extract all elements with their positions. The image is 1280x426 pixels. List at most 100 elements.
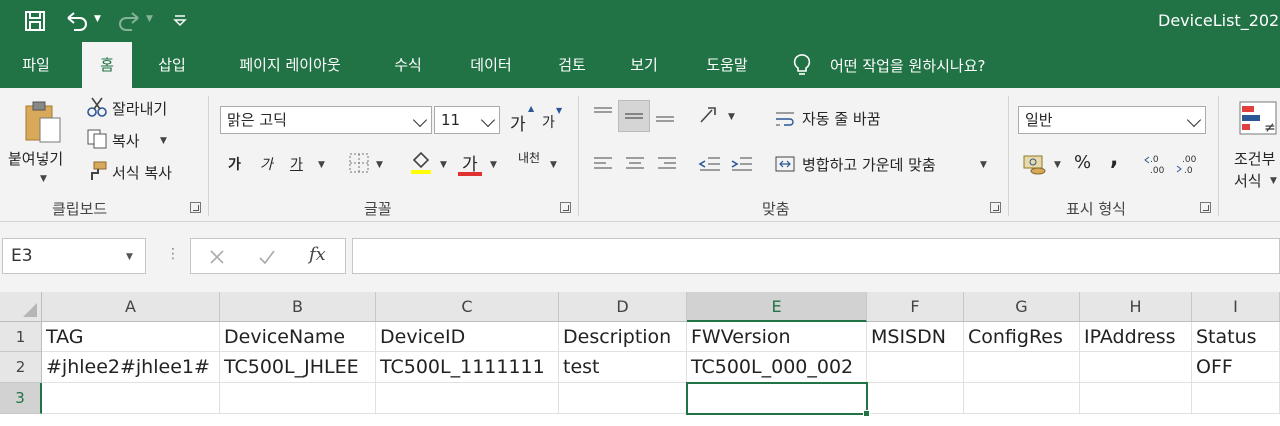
cell-a3[interactable] [42, 383, 220, 414]
orientation-dropdown-icon[interactable]: ▼ [728, 112, 735, 122]
tab-insert[interactable]: 삽입 [144, 42, 200, 88]
name-box-dropdown-icon[interactable]: ▼ [126, 252, 133, 262]
phonetic-dropdown-icon[interactable]: ▼ [550, 160, 557, 170]
tab-page-layout[interactable]: 페이지 레이아웃 [220, 42, 360, 88]
align-middle-icon[interactable] [618, 100, 650, 132]
merge-dropdown-icon[interactable]: ▼ [980, 160, 987, 170]
cell-h1[interactable]: IPAddress [1080, 322, 1192, 352]
cell-i1[interactable]: Status [1192, 322, 1280, 352]
number-format-combo[interactable]: 일반 [1018, 106, 1206, 134]
column-header-h[interactable]: H [1080, 292, 1192, 322]
cell-e2[interactable]: TC500L_000_002 [687, 352, 867, 383]
phonetic-guide-button[interactable]: 내천 [518, 152, 542, 164]
cell-a2[interactable]: #jhlee2#jhlee1# [42, 352, 220, 383]
font-launcher-icon[interactable] [560, 202, 571, 213]
orientation-icon[interactable] [698, 104, 722, 126]
column-header-g[interactable]: G [964, 292, 1080, 322]
undo-dropdown-icon[interactable]: ▼ [94, 14, 101, 24]
customize-qat-icon[interactable] [172, 10, 188, 30]
tab-formulas[interactable]: 수식 [380, 42, 436, 88]
increase-indent-icon[interactable] [730, 154, 754, 174]
cell-h2[interactable] [1080, 352, 1192, 383]
formula-bar-grip-icon[interactable]: ⋮ [166, 246, 180, 262]
percent-style-button[interactable]: % [1074, 152, 1091, 173]
cancel-entry-icon[interactable] [207, 247, 227, 267]
save-icon[interactable] [24, 10, 46, 32]
cell-i3[interactable] [1192, 383, 1280, 414]
underline-button[interactable]: 가 [290, 154, 303, 174]
cell-c3[interactable] [376, 383, 559, 414]
name-box[interactable]: E3 [2, 238, 146, 274]
confirm-entry-icon[interactable] [257, 247, 277, 267]
merge-center-icon[interactable] [774, 154, 796, 174]
cut-button[interactable]: 잘라내기 [112, 98, 167, 119]
conditional-formatting-icon[interactable]: ≠ [1238, 98, 1280, 138]
cell-g1[interactable]: ConfigRes [964, 322, 1080, 352]
cell-f3[interactable] [867, 383, 964, 414]
grow-font-button[interactable]: 가 [510, 110, 526, 135]
insert-function-icon[interactable]: fx [309, 244, 326, 265]
cell-b3[interactable] [220, 383, 376, 414]
cell-i2[interactable]: OFF [1192, 352, 1280, 383]
accounting-format-icon[interactable] [1022, 150, 1050, 176]
paste-dropdown-icon[interactable]: ▼ [40, 174, 47, 184]
cell-a1[interactable]: TAG [42, 322, 220, 352]
cell-c1[interactable]: DeviceID [376, 322, 559, 352]
increase-decimal-icon[interactable]: .0.00 [1144, 152, 1172, 176]
paste-button[interactable]: 붙여넣기 [8, 148, 63, 169]
clipboard-launcher-icon[interactable] [190, 202, 201, 213]
copy-dropdown-icon[interactable]: ▼ [160, 136, 167, 146]
conditional-dropdown-icon[interactable]: ▼ [1270, 176, 1277, 186]
tab-data[interactable]: 데이터 [456, 42, 526, 88]
cell-c2[interactable]: TC500L_1111111 [376, 352, 559, 383]
borders-dropdown-icon[interactable]: ▼ [376, 160, 383, 170]
bold-button[interactable]: 가 [228, 154, 241, 174]
font-name-combo[interactable]: 맑은 고딕 [220, 106, 432, 134]
column-header-e[interactable]: E [687, 292, 867, 322]
cell-e1[interactable]: FWVersion [687, 322, 867, 352]
underline-dropdown-icon[interactable]: ▼ [318, 160, 325, 170]
column-header-f[interactable]: F [867, 292, 964, 322]
column-header-c[interactable]: C [376, 292, 559, 322]
format-painter-icon[interactable] [86, 160, 108, 182]
copy-icon[interactable] [86, 128, 108, 150]
copy-button[interactable]: 복사 [112, 130, 140, 151]
cell-f1[interactable]: MSISDN [867, 322, 964, 352]
row-header-2[interactable]: 2 [0, 352, 42, 383]
cell-h3[interactable] [1080, 383, 1192, 414]
column-header-i[interactable]: I [1192, 292, 1280, 322]
cell-b1[interactable]: DeviceName [220, 322, 376, 352]
cell-f2[interactable] [867, 352, 964, 383]
decrease-decimal-icon[interactable]: .00.0 [1176, 152, 1204, 176]
fill-handle[interactable] [863, 410, 870, 417]
decrease-indent-icon[interactable] [698, 154, 722, 174]
column-header-b[interactable]: B [220, 292, 376, 322]
conditional-formatting-button[interactable]: 조건부 [1234, 148, 1275, 169]
alignment-launcher-icon[interactable] [990, 202, 1001, 213]
tab-review[interactable]: 검토 [544, 42, 600, 88]
align-right-icon[interactable] [656, 154, 678, 174]
fill-color-icon[interactable] [408, 150, 434, 176]
align-top-icon[interactable] [592, 104, 614, 124]
font-size-combo[interactable]: 11 [434, 106, 500, 134]
shrink-font-button[interactable]: 가 [542, 112, 555, 132]
formula-input[interactable] [352, 238, 1280, 274]
cell-b2[interactable]: TC500L_JHLEE [220, 352, 376, 383]
align-center-icon[interactable] [624, 154, 646, 174]
cut-icon[interactable] [86, 96, 108, 118]
number-launcher-icon[interactable] [1200, 202, 1211, 213]
paste-icon[interactable] [22, 98, 66, 144]
column-header-a[interactable]: A [42, 292, 220, 322]
format-painter-button[interactable]: 서식 복사 [112, 162, 172, 183]
accounting-dropdown-icon[interactable]: ▼ [1054, 160, 1061, 170]
merge-center-button[interactable]: 병합하고 가운데 맞춤 [802, 154, 936, 175]
row-header-1[interactable]: 1 [0, 322, 42, 352]
cell-d3[interactable] [559, 383, 687, 414]
tab-view[interactable]: 보기 [616, 42, 672, 88]
tab-file[interactable]: 파일 [6, 42, 66, 88]
italic-button[interactable]: 가 [260, 154, 273, 174]
align-bottom-icon[interactable] [654, 104, 676, 124]
cell-g3[interactable] [964, 383, 1080, 414]
font-color-dropdown-icon[interactable]: ▼ [490, 160, 497, 170]
tab-home[interactable]: 홈 [82, 42, 132, 88]
